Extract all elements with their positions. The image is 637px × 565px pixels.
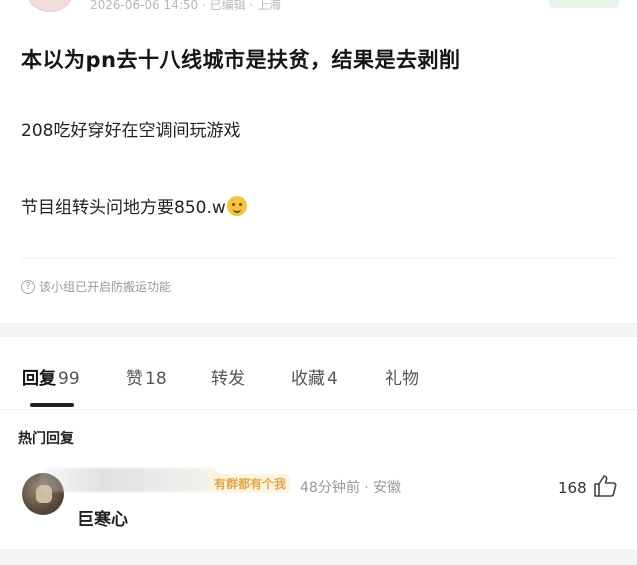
- tab-replies[interactable]: 回复 99: [22, 364, 80, 389]
- comment-meta: 48分钟前 · 安徽: [300, 480, 402, 496]
- comment-text: 巨寒心: [77, 510, 128, 530]
- section-separator: [0, 549, 637, 565]
- divider: [0, 409, 637, 410]
- post-body-text: 节目组转头问地方要850.w: [21, 198, 226, 218]
- divider: [21, 258, 618, 259]
- post-header: 2026-06-06 14:50 · 已编辑 · 上海: [0, 0, 637, 14]
- question-circle-icon: ?: [21, 279, 35, 294]
- notice-text: 该小组已开启防搬运功能: [39, 280, 172, 294]
- tab-label: 赞: [126, 369, 143, 389]
- tab-likes[interactable]: 赞 18: [126, 364, 167, 389]
- tab-count: 4: [327, 369, 338, 389]
- commenter-name-tag[interactable]: 有群都有个我: [210, 474, 291, 493]
- active-tab-indicator: [30, 403, 74, 407]
- like-count: 168: [558, 479, 587, 497]
- post-body-line: 208吃好穿好在空调间玩游戏: [21, 121, 241, 141]
- redacted-username: [40, 468, 220, 492]
- tab-label: 收藏: [291, 369, 325, 389]
- post-meta: 2026-06-06 14:50 · 已编辑 · 上海: [90, 0, 282, 12]
- tab-label: 转发: [211, 369, 245, 389]
- tab-favorites[interactable]: 收藏 4: [291, 364, 338, 389]
- section-separator: [0, 323, 637, 337]
- thumbs-up-icon[interactable]: [592, 474, 618, 498]
- sweat-smile-emoji-icon: [226, 196, 247, 216]
- tab-reposts[interactable]: 转发: [211, 364, 245, 389]
- anti-repost-notice: ? 该小组已开启防搬运功能: [21, 278, 171, 295]
- tab-gifts[interactable]: 礼物: [385, 364, 419, 389]
- post-title: 本以为pn去十八线城市是扶贫，结果是去剥削: [21, 48, 461, 72]
- author-avatar[interactable]: [28, 0, 72, 12]
- tab-label: 礼物: [385, 369, 419, 389]
- follow-button[interactable]: [548, 0, 620, 8]
- interaction-tabs: 回复 99 赞 18 转发 收藏 4 礼物: [0, 364, 637, 394]
- hot-replies-heading: 热门回复: [18, 431, 74, 447]
- tab-count: 18: [145, 369, 167, 389]
- tab-label: 回复: [22, 369, 56, 389]
- tab-count: 99: [58, 369, 80, 389]
- post-body-line: 节目组转头问地方要850.w: [21, 193, 247, 218]
